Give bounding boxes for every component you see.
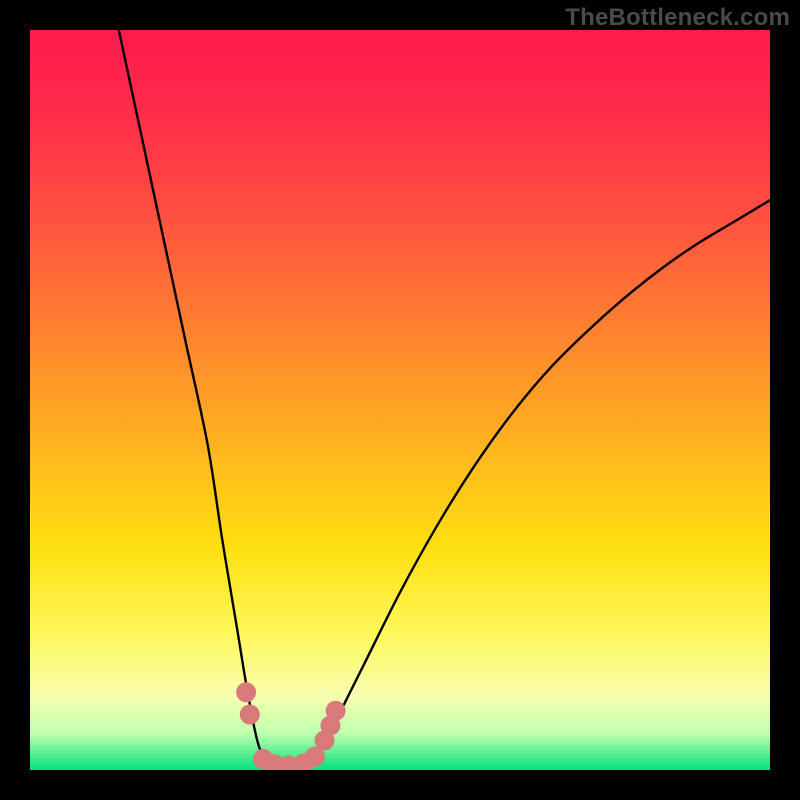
highlight-dot xyxy=(326,701,346,721)
plot-area xyxy=(30,30,770,770)
bottleneck-curve xyxy=(119,30,770,770)
highlight-dot xyxy=(236,682,256,702)
chart-frame: TheBottleneck.com xyxy=(0,0,800,800)
curve-layer xyxy=(30,30,770,770)
highlight-dot xyxy=(240,705,260,725)
watermark-text: TheBottleneck.com xyxy=(565,4,790,32)
highlight-markers xyxy=(236,682,346,770)
